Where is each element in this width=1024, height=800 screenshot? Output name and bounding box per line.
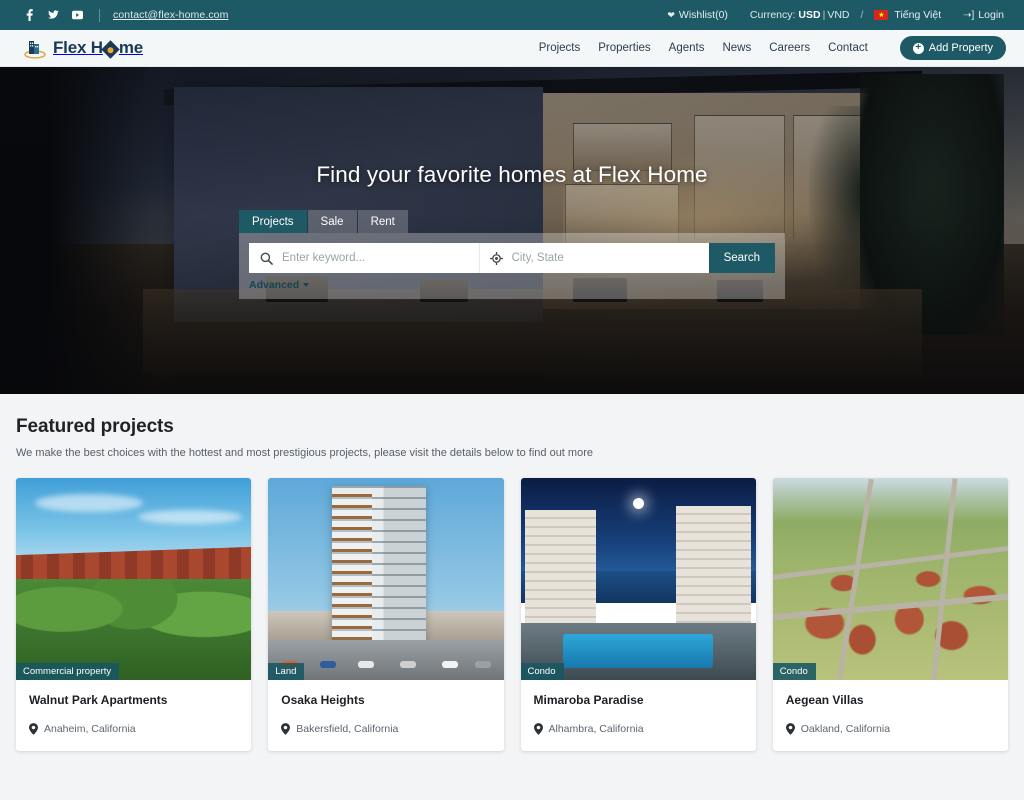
project-card-body: Walnut Park Apartments Anaheim, Californ… <box>16 680 251 751</box>
login-icon: ➝] <box>963 9 975 21</box>
chevron-down-icon <box>303 283 310 287</box>
project-title[interactable]: Aegean Villas <box>786 693 995 707</box>
social-links <box>24 9 83 21</box>
add-property-label: Add Property <box>928 42 993 54</box>
tab-sale[interactable]: Sale <box>307 210 357 233</box>
map-pin-icon <box>29 723 38 735</box>
twitter-icon[interactable] <box>48 9 59 21</box>
project-location: Anaheim, California <box>29 723 238 735</box>
logo-text-after: me <box>118 38 143 57</box>
topbar-divider <box>99 8 100 22</box>
currency-label: Currency: <box>749 9 796 21</box>
project-image[interactable]: Land <box>268 478 504 680</box>
project-title[interactable]: Walnut Park Apartments <box>29 693 238 707</box>
tab-rent[interactable]: Rent <box>357 210 408 233</box>
advanced-label: Advanced <box>249 279 300 291</box>
project-title[interactable]: Osaka Heights <box>281 693 490 707</box>
logo-text-before: Flex H <box>53 38 103 57</box>
section-title: Featured projects <box>16 416 174 437</box>
add-property-button[interactable]: + Add Property <box>899 36 1006 60</box>
topbar-slash: / <box>860 9 864 21</box>
logo[interactable]: Flex H me <box>24 37 143 59</box>
project-card-body: Osaka Heights Bakersfield, California <box>268 680 503 751</box>
project-location-label: Oakland, California <box>800 723 891 735</box>
wishlist-link[interactable]: ❤ Wishlist(0) <box>667 9 728 21</box>
language-label: Tiếng Việt <box>894 9 942 21</box>
house-diamond-icon <box>101 39 121 59</box>
nav-properties[interactable]: Properties <box>598 42 650 54</box>
nav-news[interactable]: News <box>722 42 751 54</box>
hero-title: Find your favorite homes at Flex Home <box>316 162 708 187</box>
map-pin-icon <box>533 723 543 735</box>
project-location-label: Alhambra, California <box>548 723 644 735</box>
project-card[interactable]: Commercial property Walnut Park Apartmen… <box>16 478 252 751</box>
currency-usd[interactable]: USD <box>798 9 820 21</box>
location-field-wrap <box>478 243 709 273</box>
nav-contact[interactable]: Contact <box>828 42 868 54</box>
featured-projects-section: Featured projects We make the best choic… <box>0 394 1024 800</box>
vietnam-flag-icon <box>874 10 889 20</box>
keyword-field-wrap <box>249 243 479 273</box>
map-pin-icon <box>281 723 291 735</box>
wishlist-label: Wishlist(0) <box>678 9 728 21</box>
project-image[interactable]: Commercial property <box>16 478 252 680</box>
youtube-icon[interactable] <box>72 9 83 21</box>
hero-search: Projects Sale Rent Enter keyword... City… <box>239 210 785 299</box>
project-location: Alhambra, California <box>533 723 743 735</box>
top-utility-bar: contact@flex-home.com ❤ Wishlist(0) Curr… <box>0 0 1024 30</box>
project-card-grid: Commercial property Walnut Park Apartmen… <box>16 478 1008 751</box>
project-badge: Condo <box>520 663 564 680</box>
project-card-body: Aegean Villas Oakland, California <box>773 680 1008 751</box>
project-badge: Land <box>268 663 305 680</box>
building-logo-icon <box>24 37 46 59</box>
login-link[interactable]: ➝] Login <box>963 9 1004 21</box>
hero-section: Find your favorite homes at Flex Home Pr… <box>0 67 1024 394</box>
main-navigation: Projects Properties Agents News Careers … <box>539 36 1006 60</box>
project-location-label: Anaheim, California <box>44 723 136 735</box>
facebook-icon[interactable] <box>24 9 35 21</box>
nav-careers[interactable]: Careers <box>769 42 810 54</box>
project-card[interactable]: Condo Mimaroba Paradise Alhambra, Califo… <box>520 478 756 751</box>
contact-email[interactable]: contact@flex-home.com <box>113 9 228 21</box>
section-subtitle: We make the best choices with the hottes… <box>16 447 593 459</box>
logo-text: Flex H me <box>53 38 143 59</box>
tab-projects[interactable]: Projects <box>239 210 307 233</box>
project-badge: Commercial property <box>16 663 120 680</box>
heart-icon: ❤ <box>667 9 675 20</box>
project-card[interactable]: Land Osaka Heights Bakersfield, Californ… <box>268 478 504 751</box>
currency-switcher[interactable]: Currency: USD | VND <box>750 9 850 21</box>
search-panel: Search Advanced <box>239 233 785 299</box>
language-switcher[interactable]: Tiếng Việt <box>874 9 941 21</box>
project-card[interactable]: Condo Aegean Villas Oakland, California <box>772 478 1008 751</box>
login-label: Login <box>978 9 1004 21</box>
map-pin-icon <box>785 723 795 735</box>
search-button[interactable]: Search <box>708 243 775 273</box>
project-image[interactable]: Condo <box>520 478 756 680</box>
currency-vnd[interactable]: VND <box>827 9 849 21</box>
project-title[interactable]: Mimaroba Paradise <box>534 693 743 707</box>
search-tabs: Projects Sale Rent <box>239 210 785 233</box>
nav-agents[interactable]: Agents <box>669 42 705 54</box>
currency-separator: | <box>822 9 826 21</box>
plus-icon: + <box>912 42 924 54</box>
gps-target-icon[interactable] <box>489 251 503 265</box>
search-location-input[interactable] <box>511 252 709 264</box>
project-location-label: Bakersfield, California <box>296 723 399 735</box>
project-location: Oakland, California <box>785 723 995 735</box>
project-badge: Condo <box>772 663 816 680</box>
nav-projects[interactable]: Projects <box>539 42 581 54</box>
advanced-search-toggle[interactable]: Advanced <box>249 279 310 291</box>
search-icon <box>260 252 273 265</box>
project-card-body: Mimaroba Paradise Alhambra, California <box>521 680 756 751</box>
site-header: Flex H me Projects Properties Agents New… <box>0 30 1024 67</box>
project-image[interactable]: Condo <box>772 478 1008 680</box>
project-location: Bakersfield, California <box>281 723 490 735</box>
search-keyword-input[interactable] <box>282 252 479 264</box>
